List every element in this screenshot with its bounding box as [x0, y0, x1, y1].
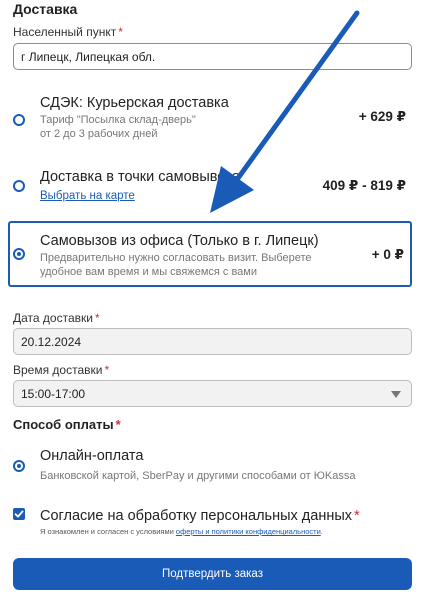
- city-label-text: Населенный пункт: [13, 25, 117, 39]
- confirm-order-button[interactable]: Подтвердить заказ: [13, 558, 412, 590]
- date-label: Дата доставки *: [13, 311, 100, 325]
- consent-note-prefix: Я ознакомлен и согласен с условиями: [40, 527, 176, 536]
- payment-title: Способ оплаты *: [13, 417, 121, 432]
- radio-online-payment[interactable]: [13, 460, 25, 472]
- date-input-value: 20.12.2024: [21, 334, 82, 349]
- option-title: Доставка в точки самовывоза: [40, 169, 240, 185]
- confirm-order-label: Подтвердить заказ: [162, 568, 263, 580]
- option-title: Онлайн-оплата: [40, 448, 144, 464]
- delivery-option-cdek[interactable]: СДЭК: Курьерская доставка Тариф "Посылка…: [8, 90, 412, 150]
- city-label: Населенный пункт *: [13, 25, 123, 39]
- radio-cdek[interactable]: [13, 114, 25, 126]
- required-mark: *: [354, 508, 360, 524]
- option-desc: Предварительно нужно согласовать визит. …: [40, 251, 312, 279]
- offer-policy-link[interactable]: оферты и политики конфиденциальности: [176, 527, 321, 536]
- payment-title-text: Способ оплаты: [13, 417, 114, 432]
- choose-on-map-link[interactable]: Выбрать на карте: [40, 190, 135, 202]
- delivery-option-office-pickup[interactable]: Самовызов из офиса (Только в г. Липецк) …: [8, 221, 412, 287]
- payment-option-online[interactable]: Онлайн-оплата Банковской картой, SberPay…: [8, 445, 412, 485]
- option-desc: Банковской картой, SberPay и другими спо…: [40, 470, 356, 482]
- city-input[interactable]: г Липецк, Липецкая обл.: [13, 43, 412, 70]
- option-desc-line: Предварительно нужно согласовать визит. …: [40, 252, 312, 264]
- delivery-option-pickup-points[interactable]: Доставка в точки самовывоза Выбрать на к…: [8, 165, 412, 215]
- time-select-value: 15:00-17:00: [21, 386, 86, 401]
- option-price: + 629 ₽: [358, 109, 406, 124]
- option-desc-line: Тариф "Посылка склад-дверь": [40, 114, 196, 126]
- time-select[interactable]: 15:00-17:00: [13, 380, 412, 407]
- date-input[interactable]: 20.12.2024: [13, 328, 412, 355]
- option-price: + 0 ₽: [371, 247, 404, 262]
- time-label-text: Время доставки: [13, 363, 103, 377]
- option-desc-line: удобное вам время и мы свяжемся с вами: [40, 266, 258, 278]
- option-title: СДЭК: Курьерская доставка: [40, 95, 229, 111]
- date-label-text: Дата доставки: [13, 311, 93, 325]
- radio-pickup-points[interactable]: [13, 180, 25, 192]
- city-input-value: г Липецк, Липецкая обл.: [21, 49, 156, 64]
- chevron-down-icon: [391, 391, 401, 398]
- time-label: Время доставки *: [13, 363, 109, 377]
- consent-note: Я ознакомлен и согласен с условиями офер…: [40, 527, 323, 536]
- option-desc-line: от 2 до 3 рабочих дней: [40, 128, 158, 140]
- check-icon: [14, 510, 24, 518]
- consent-checkbox[interactable]: [13, 508, 25, 520]
- consent-note-suffix: .: [320, 527, 323, 536]
- required-mark: *: [104, 363, 110, 377]
- option-title: Самовызов из офиса (Только в г. Липецк): [40, 233, 319, 249]
- consent-title: Согласие на обработку персональных данны…: [40, 508, 360, 524]
- page-title: Доставка: [13, 1, 78, 17]
- required-mark: *: [118, 25, 123, 39]
- radio-office-pickup[interactable]: [13, 248, 25, 260]
- option-desc: Тариф "Посылка склад-дверь" от 2 до 3 ра…: [40, 113, 196, 141]
- required-mark: *: [115, 417, 121, 432]
- consent-title-text: Согласие на обработку персональных данны…: [40, 508, 353, 524]
- option-price: 409 ₽ - 819 ₽: [322, 178, 406, 193]
- required-mark: *: [94, 311, 100, 325]
